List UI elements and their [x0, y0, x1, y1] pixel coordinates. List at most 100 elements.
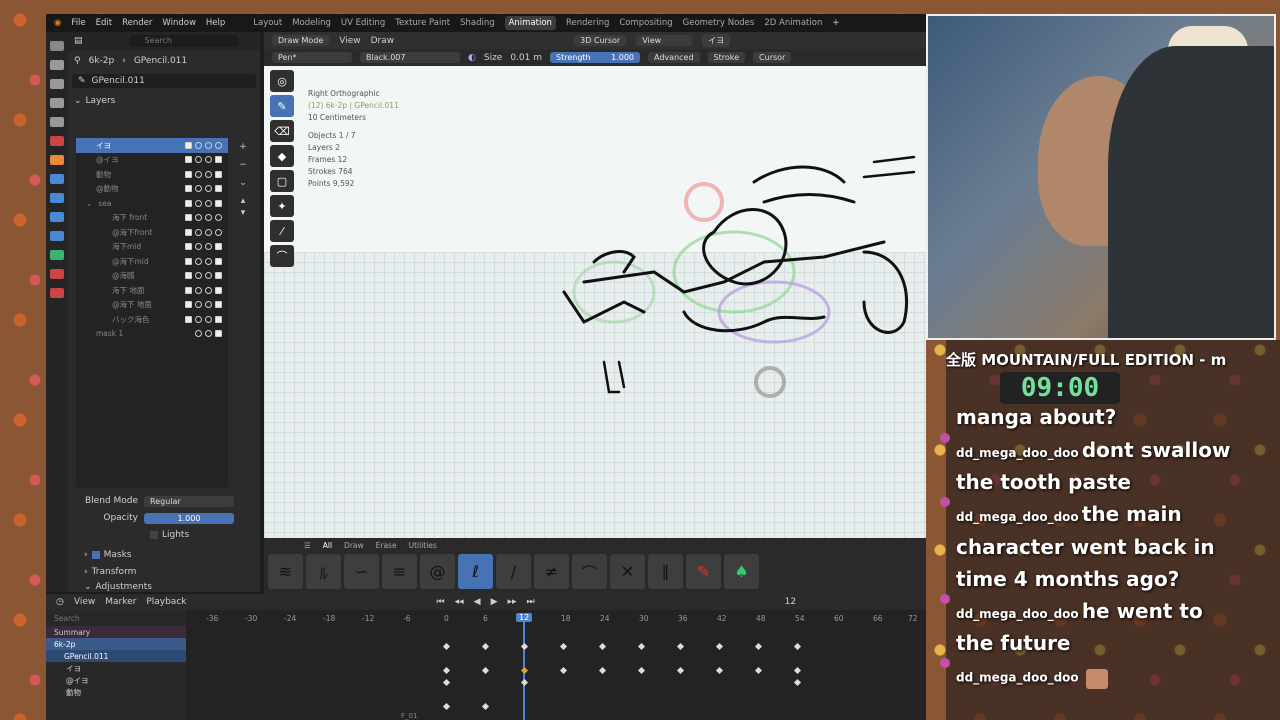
- onion-skin-icon[interactable]: [195, 243, 202, 251]
- playback-menu[interactable]: Playback: [146, 597, 186, 607]
- visibility-icon[interactable]: [205, 272, 212, 280]
- visibility-icon[interactable]: [205, 170, 212, 178]
- onion-skin-icon[interactable]: [195, 214, 202, 222]
- visibility-icon[interactable]: [205, 228, 212, 236]
- data-name-field[interactable]: ✎ GPencil.011: [72, 74, 256, 88]
- view-menu[interactable]: View: [74, 597, 95, 607]
- visibility-icon[interactable]: [205, 301, 212, 309]
- onion-skin-icon[interactable]: [195, 170, 202, 178]
- use-lights-icon[interactable]: [185, 228, 192, 236]
- effects-tab-icon[interactable]: [50, 193, 64, 203]
- tab-all[interactable]: All: [323, 541, 332, 550]
- menu-help[interactable]: Help: [206, 18, 225, 28]
- use-lights-icon[interactable]: [185, 185, 192, 193]
- keyframe[interactable]: [442, 642, 451, 651]
- onion-skin-icon[interactable]: [195, 315, 202, 323]
- brush-marker-icon[interactable]: ∽: [344, 554, 379, 589]
- data-tab-icon[interactable]: [50, 250, 64, 260]
- onion-skin-icon[interactable]: [195, 199, 202, 207]
- layer-menu-button[interactable]: ⌄: [236, 178, 250, 190]
- brush-airbrush-icon[interactable]: ≋: [268, 554, 303, 589]
- lock-icon[interactable]: [215, 185, 222, 193]
- use-lights-icon[interactable]: [185, 243, 192, 251]
- keyframe[interactable]: [442, 702, 451, 711]
- move-up-button[interactable]: ▴: [236, 196, 250, 208]
- lock-icon[interactable]: [215, 272, 222, 280]
- onion-skin-icon[interactable]: [195, 228, 202, 236]
- menu-edit[interactable]: Edit: [96, 18, 112, 28]
- use-lights-icon[interactable]: [185, 272, 192, 280]
- channel-summary[interactable]: Summary: [46, 626, 186, 638]
- move-down-button[interactable]: ▾: [236, 208, 250, 220]
- physics-tab-icon[interactable]: [50, 212, 64, 222]
- marker-menu[interactable]: Marker: [105, 597, 136, 607]
- render-tab-icon[interactable]: [50, 60, 64, 70]
- tab-animation[interactable]: Animation: [504, 16, 556, 30]
- use-lights-icon[interactable]: [185, 141, 192, 149]
- use-lights-icon[interactable]: [185, 257, 192, 265]
- transform-panel-header[interactable]: › Transform: [78, 565, 136, 579]
- tool-tab-icon[interactable]: [50, 41, 64, 51]
- onion-skin-icon[interactable]: [195, 141, 202, 149]
- blender-logo-icon[interactable]: ◉: [54, 18, 61, 28]
- masks-checkbox[interactable]: [91, 551, 100, 559]
- keyframe[interactable]: [754, 666, 763, 675]
- channel-layer[interactable]: @イヨ: [46, 674, 186, 686]
- visibility-icon[interactable]: [205, 185, 212, 193]
- lock-icon[interactable]: [215, 243, 222, 251]
- properties-search-input[interactable]: Search: [128, 35, 239, 47]
- brush-fill-icon[interactable]: ♠: [724, 554, 759, 589]
- brush-thick-icon[interactable]: ≡: [382, 554, 417, 589]
- tab-layout[interactable]: Layout: [253, 18, 282, 28]
- visibility-icon[interactable]: [205, 315, 212, 323]
- shelf-menu-icon[interactable]: ☰: [304, 541, 311, 550]
- list-item[interactable]: 海下 地面: [76, 283, 228, 298]
- tab-rendering[interactable]: Rendering: [566, 18, 609, 28]
- view-layer-tab-icon[interactable]: [50, 98, 64, 108]
- keyframe[interactable]: [481, 666, 490, 675]
- play-reverse-button[interactable]: ◀: [474, 597, 481, 607]
- channel-scene[interactable]: 6k-2p: [46, 638, 186, 650]
- brush-pencil-icon[interactable]: /: [496, 554, 531, 589]
- jump-end-button[interactable]: ⏭: [527, 597, 535, 607]
- output-tab-icon[interactable]: [50, 79, 64, 89]
- use-lights-icon[interactable]: [185, 199, 192, 207]
- use-lights-icon[interactable]: [185, 170, 192, 178]
- constraint-tab-icon[interactable]: [50, 231, 64, 241]
- keyframe[interactable]: [793, 666, 802, 675]
- tab-draw[interactable]: Draw: [344, 541, 364, 550]
- keyframe[interactable]: [754, 642, 763, 651]
- visibility-icon[interactable]: [205, 243, 212, 251]
- visibility-icon[interactable]: [205, 156, 212, 164]
- object-tab-icon[interactable]: [50, 155, 64, 165]
- channel-search-input[interactable]: Search: [46, 610, 186, 626]
- layers-header[interactable]: ⌄ Layers: [68, 94, 260, 108]
- keyframe[interactable]: [676, 666, 685, 675]
- pin-icon[interactable]: ⚲: [74, 56, 81, 66]
- visibility-icon[interactable]: [205, 141, 212, 149]
- onion-skin-icon[interactable]: [195, 301, 202, 309]
- use-lights-icon[interactable]: [185, 214, 192, 222]
- list-item[interactable]: @海鷗: [76, 269, 228, 284]
- current-frame-field[interactable]: 12: [785, 597, 796, 607]
- use-lights-icon[interactable]: [185, 286, 192, 294]
- scene-tab-icon[interactable]: [50, 117, 64, 127]
- keyframe[interactable]: [715, 666, 724, 675]
- keyframe[interactable]: [598, 642, 607, 651]
- keyframe[interactable]: [637, 666, 646, 675]
- keyframe[interactable]: [793, 678, 802, 687]
- keyframe[interactable]: [442, 678, 451, 687]
- lights-checkbox[interactable]: [150, 531, 158, 539]
- opacity-slider[interactable]: 1.000: [144, 512, 234, 524]
- onion-skin-icon[interactable]: [195, 185, 202, 193]
- masks-panel-header[interactable]: › Masks: [78, 548, 131, 562]
- keyframe[interactable]: [715, 642, 724, 651]
- list-item[interactable]: @海下 地面: [76, 298, 228, 313]
- brush-soft-icon[interactable]: ∥: [648, 554, 683, 589]
- tab-texture-paint[interactable]: Texture Paint: [395, 18, 450, 28]
- keyframe[interactable]: [637, 642, 646, 651]
- onion-skin-icon[interactable]: [195, 286, 202, 294]
- list-item[interactable]: @海下front: [76, 225, 228, 240]
- onion-skin-icon[interactable]: [195, 257, 202, 265]
- keyframe[interactable]: [481, 642, 490, 651]
